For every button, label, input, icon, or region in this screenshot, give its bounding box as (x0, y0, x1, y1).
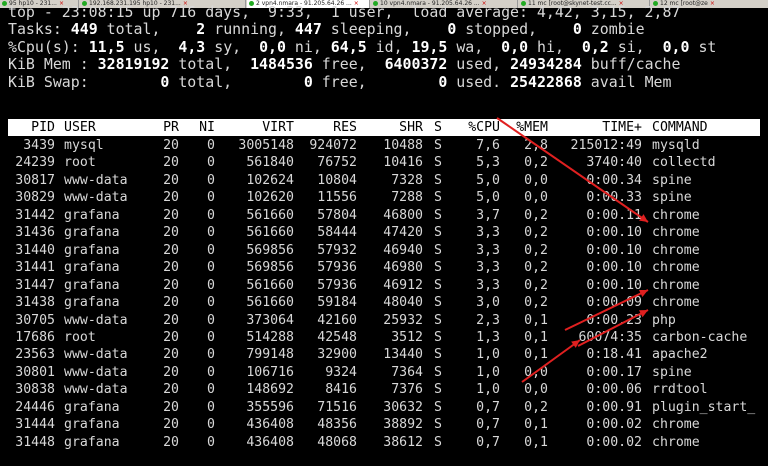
column-header-pid: PID (31, 120, 55, 135)
column-header-cpu: %CPU (468, 120, 500, 135)
red-arrow-icon (521, 339, 581, 383)
column-header-user: USER (64, 120, 96, 135)
red-arrow-icon (577, 309, 649, 347)
column-header-time: TIME+ (602, 120, 642, 135)
column-header-mem: %MEM (516, 120, 548, 135)
red-arrow-icon (564, 289, 649, 331)
column-header-ni: NI (199, 120, 215, 135)
column-header-command: COMMAND (652, 120, 708, 135)
column-header-s: S (434, 120, 442, 135)
column-header-shr: SHR (399, 120, 423, 135)
column-header-pr: PR (163, 120, 179, 135)
annotation-arrows (496, 117, 649, 383)
column-header-res: RES (333, 120, 357, 135)
column-header-virt: VIRT (262, 120, 294, 135)
